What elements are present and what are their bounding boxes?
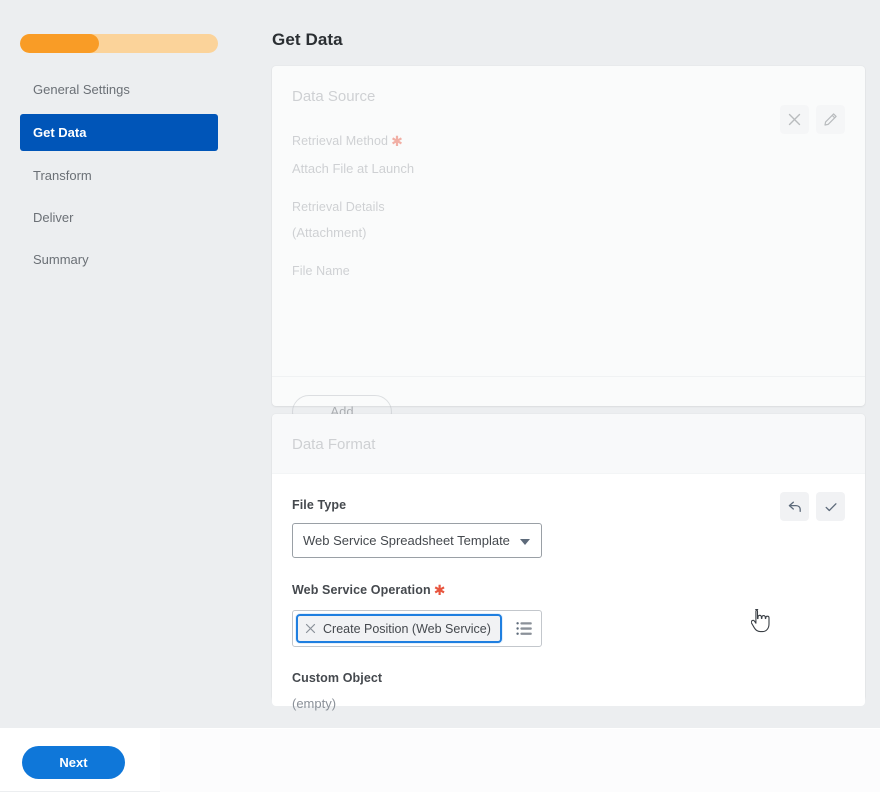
sidebar-item-label: Summary [33,252,89,267]
sidebar-item-label: Transform [33,168,92,183]
close-icon[interactable] [302,621,318,637]
field-file-name: File Name [292,264,845,278]
wizard-sidebar: General Settings Get Data Transform Deli… [0,0,255,728]
sidebar-item-label: Deliver [33,210,74,225]
sidebar-item-summary[interactable]: Summary [20,242,218,277]
undo-button[interactable] [780,492,809,521]
data-format-header: Data Format [272,414,865,474]
field-label: Retrieval Details [292,200,385,214]
field-value: Attach File at Launch [292,161,415,176]
footer-background [160,729,880,792]
close-icon [787,112,802,127]
data-format-card: Data Format File Type Web Service Spread… [272,414,865,711]
file-type-select[interactable]: Web Service Spreadsheet Template [292,523,542,558]
pencil-icon [823,112,838,127]
wizard-progress-fill [20,34,100,53]
data-source-header: Data Source [292,88,376,105]
field-file-type: File Type Web Service Spreadsheet Templa… [292,498,845,558]
wizard-step-list: General Settings Get Data Transform Deli… [20,72,218,284]
field-label: File Type [292,498,347,512]
data-source-actions [780,105,845,134]
page-title: Get Data [272,30,343,49]
close-button[interactable] [780,105,809,134]
main-content: Get Data Data Source Retrieval Method ✱ … [255,0,880,728]
edit-button[interactable] [816,105,845,134]
confirm-button[interactable] [816,492,845,521]
sidebar-item-get-data[interactable]: Get Data [20,114,218,151]
chip-label: Create Position (Web Service) [323,621,491,636]
next-button[interactable]: Next [22,746,125,779]
field-custom-object: Custom Object (empty) [292,671,845,711]
list-prompt-icon[interactable] [507,611,541,646]
sidebar-item-general-settings[interactable]: General Settings [20,72,218,107]
required-asterisk: ✱ [433,582,446,598]
field-retrieval-details: Retrieval Details (Attachment) [292,200,845,240]
required-asterisk: ✱ [391,133,403,149]
data-source-card: Data Source Retrieval Method ✱ Attach Fi… [272,66,865,429]
wizard-progress-bar [20,34,218,53]
field-retrieval-method: Retrieval Method ✱ Attach File at Launch [292,133,845,176]
application-window: General Settings Get Data Transform Deli… [0,0,880,792]
data-format-actions [780,492,845,521]
field-label: File Name [292,264,350,278]
field-label: Web Service Operation ✱ [292,582,446,598]
sidebar-item-label: General Settings [33,82,130,97]
check-icon [823,499,839,515]
field-label: Custom Object [292,671,383,685]
selected-chip[interactable]: Create Position (Web Service) [296,614,502,643]
scroll-body: General Settings Get Data Transform Deli… [0,0,880,728]
field-value: (Attachment) [292,225,367,240]
sidebar-item-transform[interactable]: Transform [20,158,218,193]
web-service-operation-input[interactable]: Create Position (Web Service) [292,610,542,647]
field-label: Retrieval Method ✱ [292,133,403,149]
file-type-selected-value: Web Service Spreadsheet Template [303,533,510,548]
undo-arrow-icon [787,499,803,515]
wizard-footer: Next [0,728,880,792]
field-value: (empty) [292,696,337,711]
sidebar-item-label: Get Data [33,125,87,140]
sidebar-item-deliver[interactable]: Deliver [20,200,218,235]
chevron-down-icon [520,538,530,545]
field-web-service-operation: Web Service Operation ✱ Create Position (… [292,582,845,647]
